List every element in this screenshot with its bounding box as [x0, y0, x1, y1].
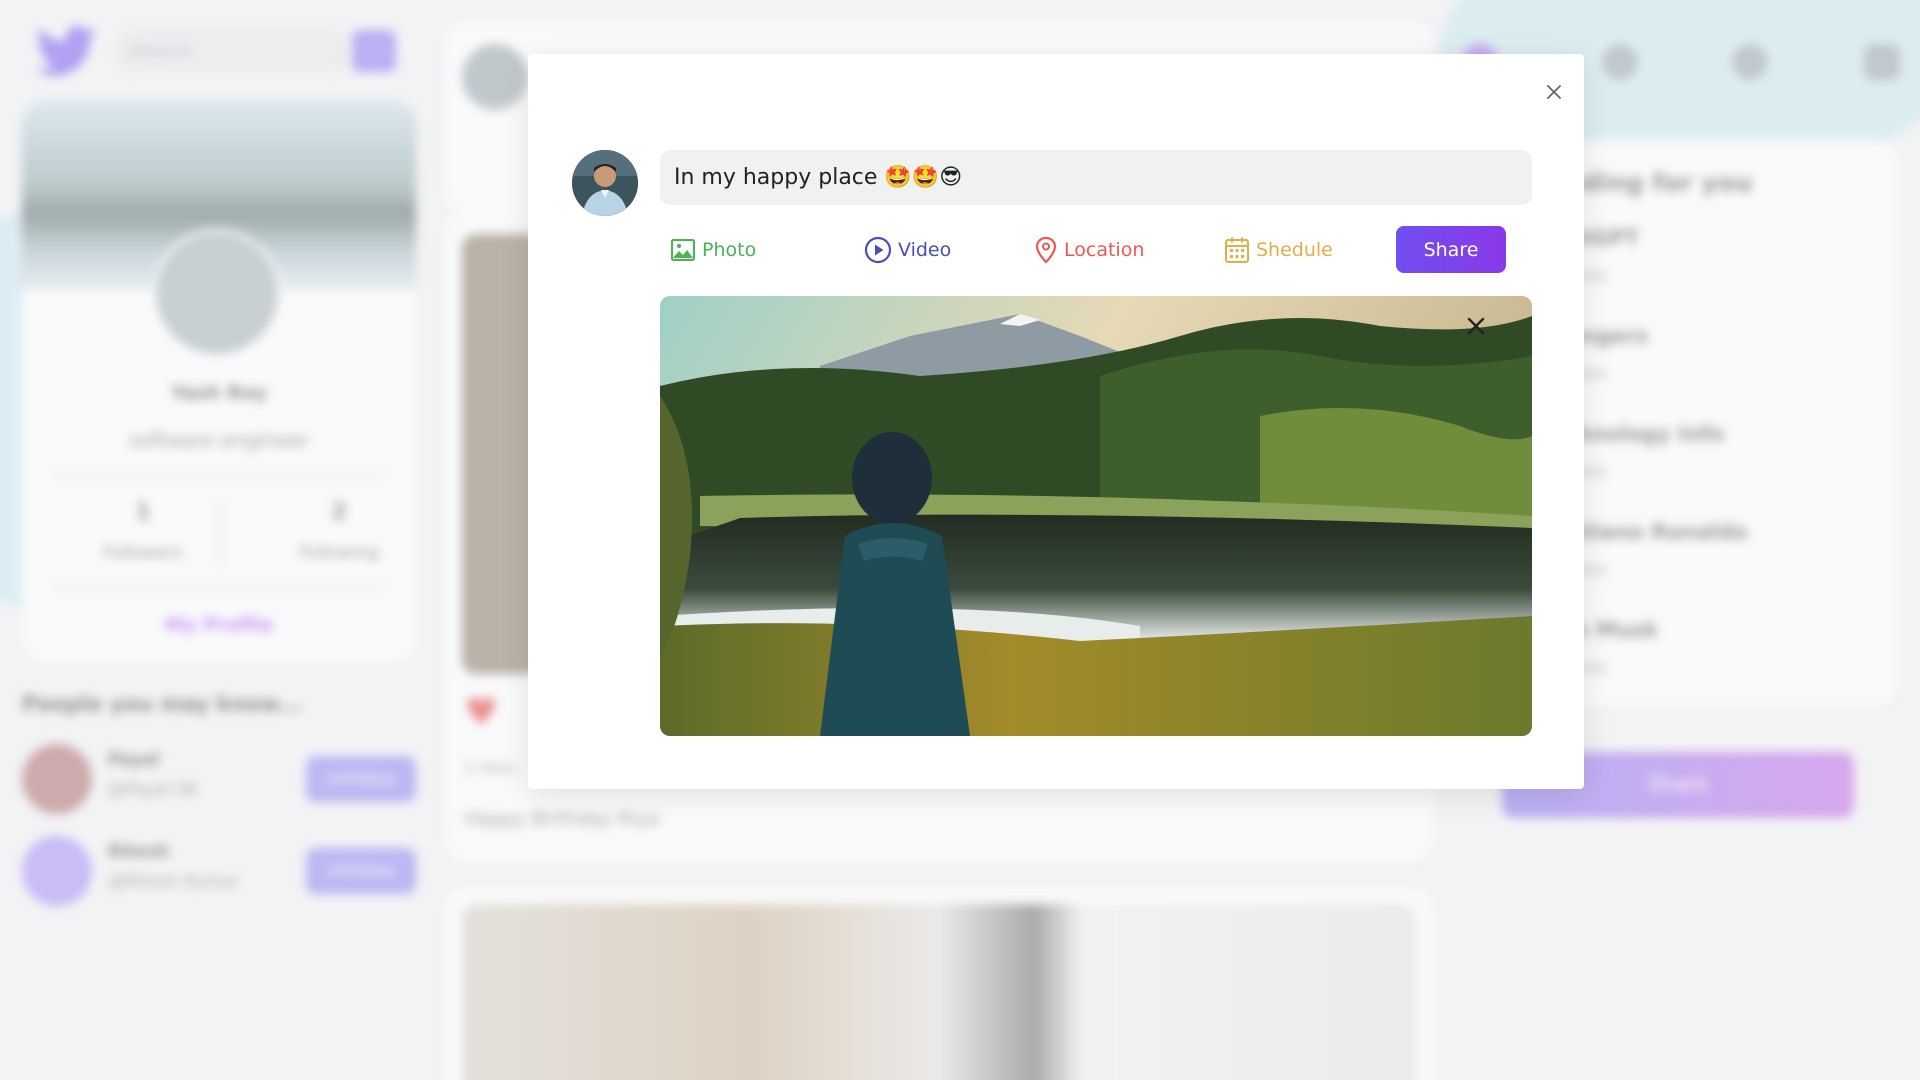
- post-likes: 2 likes: [464, 758, 516, 777]
- followers-count: 1: [135, 500, 151, 525]
- profile-card: Yash Roy software engineer 1 Followers 2…: [22, 100, 416, 662]
- post-image: [462, 904, 1416, 1080]
- post-card: [444, 888, 1434, 1080]
- avatar: [22, 744, 92, 814]
- video-option-label: Video: [898, 239, 952, 261]
- unfollow-button[interactable]: Unfollow: [306, 756, 416, 802]
- photo-option[interactable]: Photo: [670, 226, 756, 274]
- image-preview: [660, 296, 1532, 736]
- settings-icon[interactable]: [1602, 44, 1638, 80]
- followers-label: Followers: [103, 543, 183, 563]
- play-circle-icon: [864, 236, 892, 264]
- unfollow-button[interactable]: Unfollow: [306, 848, 416, 894]
- video-option[interactable]: Video: [864, 226, 951, 274]
- close-icon: [1467, 317, 1485, 335]
- post-text-input[interactable]: [660, 150, 1532, 205]
- divider: [218, 498, 220, 568]
- uploaded-photo: [660, 296, 1532, 736]
- image-icon: [671, 239, 695, 261]
- following-stat: 2 Following: [264, 500, 414, 563]
- avatar: [22, 836, 92, 906]
- person-handle: @Ritesh Kumar: [108, 872, 239, 892]
- avatar: [572, 150, 638, 216]
- list-item: Ritesh @Ritesh Kumar Unfollow: [22, 836, 416, 906]
- following-label: Following: [299, 543, 379, 563]
- calendar-icon: [1225, 237, 1249, 263]
- profile-avatar: [152, 228, 282, 358]
- share-button[interactable]: Share: [1396, 226, 1506, 273]
- map-pin-icon: [1035, 236, 1057, 264]
- profile-role: software engineer: [128, 428, 310, 452]
- remove-image-button[interactable]: [1462, 312, 1490, 340]
- following-count: 2: [331, 500, 347, 525]
- search-input[interactable]: #Search: [118, 30, 348, 72]
- schedule-option[interactable]: Shedule: [1224, 226, 1333, 274]
- avatar: [462, 44, 528, 110]
- person-handle: @Payal SK: [108, 780, 198, 800]
- search-button[interactable]: [352, 30, 396, 72]
- person-name: Ritesh: [108, 842, 169, 862]
- people-you-may-know-title: People you may know...: [22, 692, 302, 716]
- person-name: Payal: [108, 750, 160, 770]
- my-profile-link[interactable]: My Profile: [22, 614, 416, 636]
- heart-icon[interactable]: ♥: [464, 690, 498, 734]
- location-option[interactable]: Location: [1034, 226, 1144, 274]
- app-logo-icon[interactable]: [36, 20, 100, 84]
- close-icon[interactable]: [1540, 78, 1568, 106]
- photo-option-label: Photo: [702, 239, 757, 261]
- schedule-option-label: Shedule: [1256, 239, 1333, 261]
- list-item: Payal @Payal SK Unfollow: [22, 744, 416, 814]
- profile-name: Yash Roy: [170, 382, 268, 404]
- followers-stat: 1 Followers: [68, 500, 218, 563]
- divider: [52, 474, 386, 476]
- post-caption: Happy Birthday Riya: [464, 808, 660, 830]
- divider: [52, 586, 386, 588]
- comment-icon[interactable]: [1864, 44, 1900, 80]
- share-post-modal: Photo Video Location Shedule Shar: [528, 54, 1584, 789]
- bell-icon[interactable]: [1732, 44, 1768, 80]
- location-option-label: Location: [1064, 239, 1145, 261]
